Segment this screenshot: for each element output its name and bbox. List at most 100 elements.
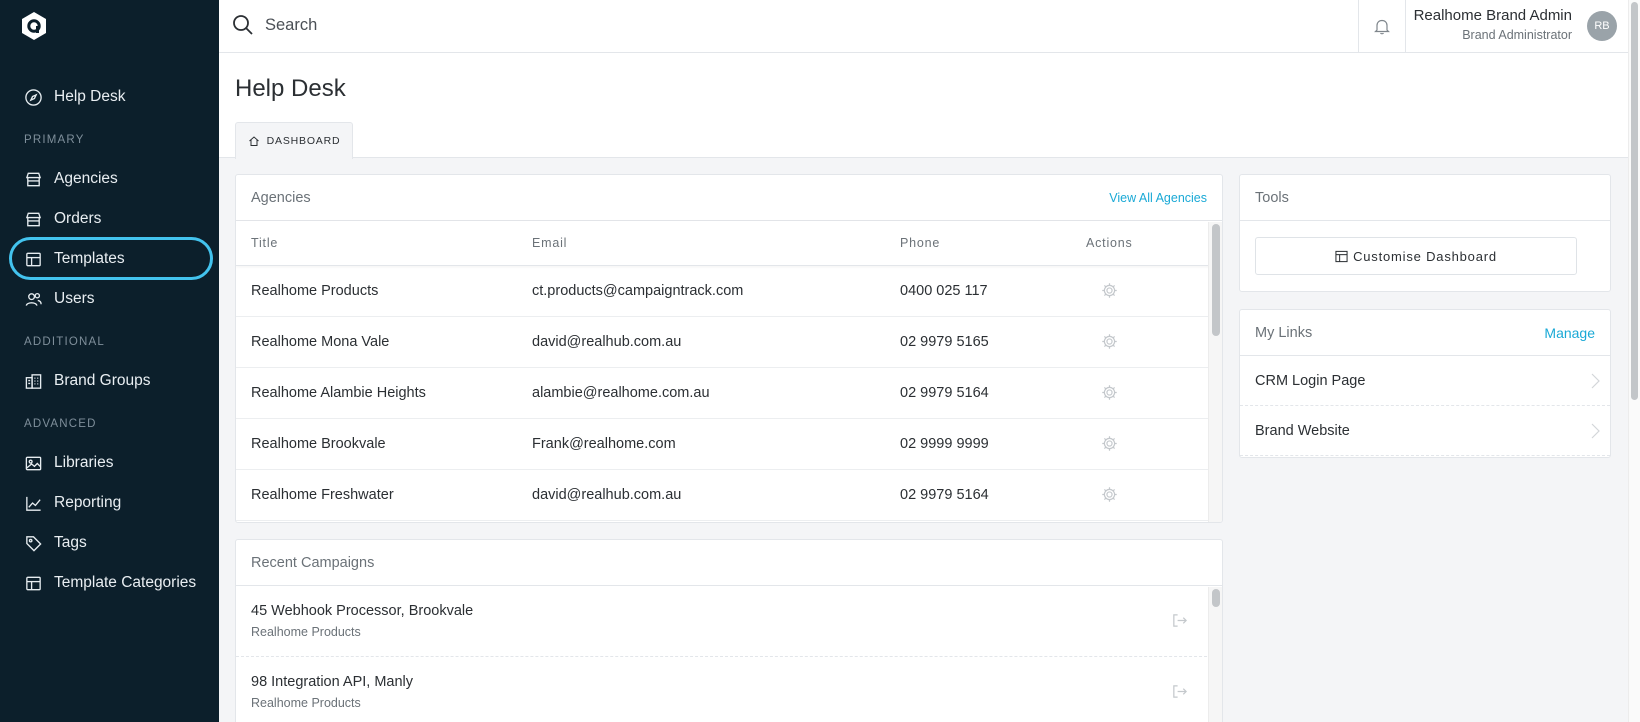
tab-dashboard[interactable]: DASHBOARD <box>235 122 353 159</box>
tools-title: Tools <box>1255 189 1289 206</box>
page-title: Help Desk <box>235 75 346 102</box>
avatar[interactable]: RB <box>1587 11 1617 41</box>
customise-dashboard-label: Customise Dashboard <box>1353 248 1497 264</box>
section-label-primary: PRIMARY <box>24 134 85 146</box>
page-scrollbar-thumb[interactable] <box>1631 2 1638 400</box>
manage-links-link[interactable]: Manage <box>1544 325 1595 341</box>
agency-email: Frank@realhome.com <box>532 436 676 452</box>
sidebar-item-template-categories[interactable]: Template Categories <box>0 565 219 601</box>
tag-icon <box>24 534 43 553</box>
open-campaign-icon[interactable] <box>1171 612 1188 629</box>
view-all-agencies-link[interactable]: View All Agencies <box>1109 191 1207 205</box>
sidebar-item-label: Templates <box>54 250 125 267</box>
sidebar-item-templates[interactable]: Templates <box>0 241 219 277</box>
list-item[interactable]: 98 Integration API, Manly Realhome Produ… <box>236 657 1222 722</box>
search-icon <box>233 15 253 35</box>
column-header-title[interactable]: Title <box>251 221 278 266</box>
gear-icon[interactable] <box>1101 435 1118 452</box>
agency-title: Realhome Freshwater <box>251 487 394 503</box>
sidebar-item-libraries[interactable]: Libraries <box>0 445 219 481</box>
sidebar: Help Desk PRIMARY Agencies Orders Templa… <box>0 0 219 722</box>
search-input[interactable] <box>265 11 865 39</box>
grid-icon <box>24 250 43 269</box>
my-links-title: My Links <box>1255 324 1313 341</box>
sidebar-item-reporting[interactable]: Reporting <box>0 485 219 521</box>
campaigns-title: Recent Campaigns <box>251 554 375 571</box>
section-label-advanced: ADVANCED <box>24 418 97 430</box>
campaigns-scrollbar[interactable] <box>1208 587 1222 722</box>
scrollbar-thumb[interactable] <box>1212 589 1220 607</box>
compass-icon <box>24 88 43 107</box>
chart-icon <box>24 494 43 513</box>
agency-title: Realhome Alambie Heights <box>251 385 426 401</box>
table-row[interactable]: Realhome Mona Vale david@realhub.com.au … <box>236 317 1222 368</box>
customise-dashboard-button[interactable]: Customise Dashboard <box>1255 237 1577 275</box>
link-label: Brand Website <box>1255 423 1350 439</box>
list-item[interactable]: 45 Webhook Processor, Brookvale Realhome… <box>236 586 1222 657</box>
open-campaign-icon[interactable] <box>1171 683 1188 700</box>
column-header-email[interactable]: Email <box>532 221 567 266</box>
gear-icon[interactable] <box>1101 333 1118 350</box>
link-item-brand-website[interactable]: Brand Website <box>1240 406 1610 456</box>
section-label-additional: ADDITIONAL <box>24 336 106 348</box>
sidebar-item-agencies[interactable]: Agencies <box>0 161 219 197</box>
agency-phone: 0400 025 117 <box>900 283 988 299</box>
realhub-logo[interactable] <box>20 11 48 41</box>
sidebar-item-label: Tags <box>54 534 87 551</box>
chevron-right-icon <box>1591 423 1600 439</box>
link-item-crm-login[interactable]: CRM Login Page <box>1240 356 1610 406</box>
sidebar-item-label: Help Desk <box>54 88 126 105</box>
agency-email: ct.products@campaigntrack.com <box>532 283 744 299</box>
table-row[interactable]: Realhome Products ct.products@campaigntr… <box>236 266 1222 317</box>
sidebar-item-label: Brand Groups <box>54 372 151 389</box>
tools-card: Tools Customise Dashboard <box>1239 174 1611 292</box>
sidebar-item-label: Libraries <box>54 454 114 471</box>
sidebar-item-users[interactable]: Users <box>0 281 219 317</box>
agency-email: david@realhub.com.au <box>532 487 682 503</box>
user-name[interactable]: Realhome Brand Admin <box>1414 7 1572 24</box>
grid-icon <box>24 574 43 593</box>
user-role: Brand Administrator <box>1462 28 1572 42</box>
bell-icon <box>1374 19 1390 34</box>
sidebar-item-label: Orders <box>54 210 102 227</box>
table-row[interactable]: Realhome Brookvale Frank@realhome.com 02… <box>236 419 1222 470</box>
home-icon <box>248 136 259 146</box>
column-header-phone[interactable]: Phone <box>900 221 940 266</box>
my-links-card: My Links Manage CRM Login Page Brand Web… <box>1239 309 1611 458</box>
chevron-right-icon <box>1591 373 1600 389</box>
gear-icon[interactable] <box>1101 282 1118 299</box>
gear-icon[interactable] <box>1101 486 1118 503</box>
gear-icon[interactable] <box>1101 384 1118 401</box>
notifications-button[interactable] <box>1358 0 1406 52</box>
table-row[interactable]: Realhome Alambie Heights alambie@realhom… <box>236 368 1222 419</box>
sidebar-item-label: Template Categories <box>54 574 197 591</box>
tools-card-header: Tools <box>1240 175 1610 221</box>
agency-email: david@realhub.com.au <box>532 334 682 350</box>
sidebar-item-help-desk[interactable]: Help Desk <box>0 79 219 115</box>
campaign-agency: Realhome Products <box>251 625 361 639</box>
campaign-agency: Realhome Products <box>251 696 361 710</box>
agencies-table-header: Title Email Phone Actions <box>236 221 1222 266</box>
agency-title: Realhome Brookvale <box>251 436 386 452</box>
link-label: CRM Login Page <box>1255 373 1366 389</box>
page-header: Help Desk DASHBOARD <box>219 53 1628 159</box>
my-links-card-header: My Links Manage <box>1240 310 1610 356</box>
store-icon <box>24 170 43 189</box>
layout-icon <box>1335 250 1348 262</box>
store-icon <box>24 210 43 229</box>
agency-email: alambie@realhome.com.au <box>532 385 710 401</box>
sidebar-item-tags[interactable]: Tags <box>0 525 219 561</box>
agency-phone: 02 9979 5164 <box>900 487 989 503</box>
topbar: Realhome Brand Admin Brand Administrator… <box>219 0 1628 53</box>
agencies-scrollbar[interactable] <box>1208 222 1222 522</box>
agencies-card-header: Agencies View All Agencies <box>236 175 1222 221</box>
campaign-title: 45 Webhook Processor, Brookvale <box>251 603 474 619</box>
sidebar-item-brand-groups[interactable]: Brand Groups <box>0 363 219 399</box>
sidebar-item-orders[interactable]: Orders <box>0 201 219 237</box>
page-scrollbar[interactable] <box>1628 0 1640 722</box>
tab-label: DASHBOARD <box>266 135 341 147</box>
table-row[interactable]: Realhome Freshwater david@realhub.com.au… <box>236 470 1222 521</box>
agency-phone: 02 9979 5165 <box>900 334 989 350</box>
scrollbar-thumb[interactable] <box>1212 224 1220 336</box>
sidebar-item-label: Agencies <box>54 170 118 187</box>
